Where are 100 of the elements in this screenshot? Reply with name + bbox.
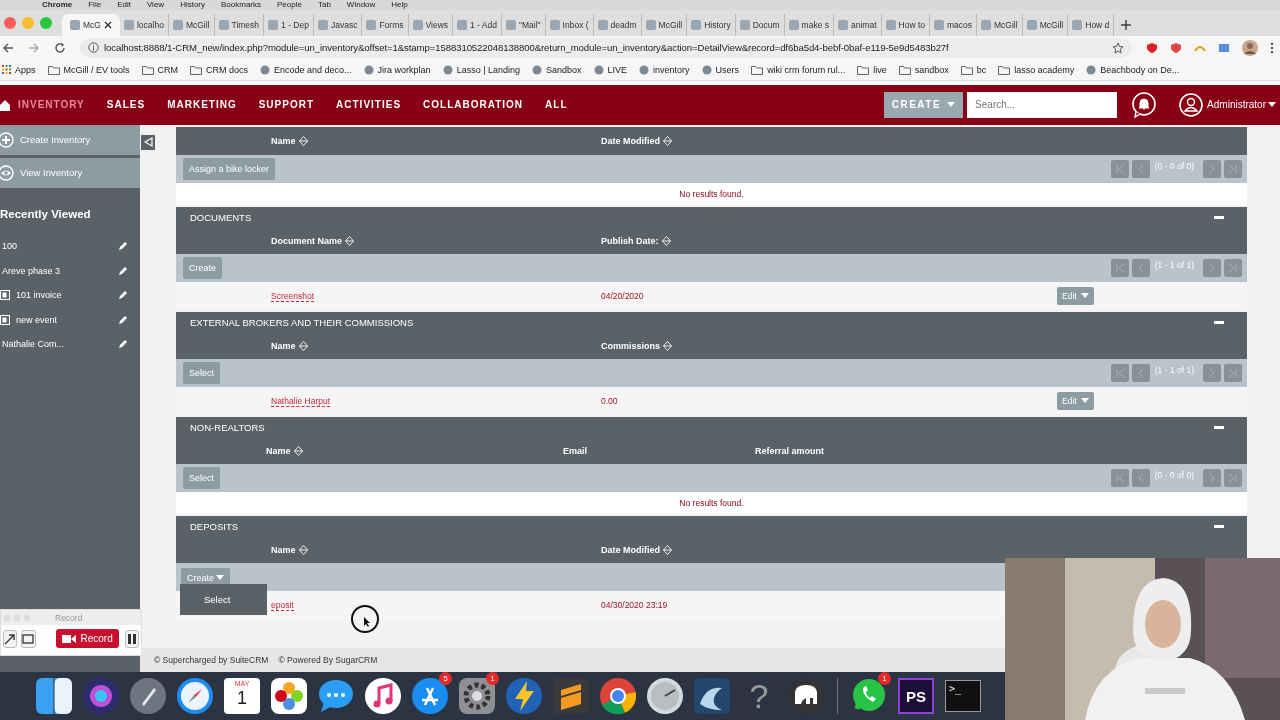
collapse-icon[interactable] bbox=[1214, 215, 1224, 219]
column-header[interactable]: Publish Date: bbox=[601, 235, 659, 246]
sort-icon[interactable] bbox=[298, 340, 308, 351]
sort-icon[interactable] bbox=[663, 135, 672, 146]
column-header[interactable]: Name bbox=[271, 544, 296, 555]
ps-app-icon[interactable]: PS bbox=[898, 678, 934, 715]
record-link[interactable]: Nathalie Harput bbox=[271, 395, 331, 407]
menu-item[interactable]: View bbox=[146, 0, 165, 10]
home-icon[interactable] bbox=[0, 98, 10, 111]
column-header[interactable]: Commissions bbox=[601, 340, 660, 351]
browser-tab[interactable]: animat bbox=[834, 13, 882, 36]
browser-tab[interactable]: Inbox ( bbox=[545, 13, 594, 36]
user-menu[interactable]: Administrator bbox=[1207, 99, 1276, 111]
shield-icon[interactable] bbox=[1170, 41, 1182, 54]
column-header[interactable]: Name bbox=[271, 135, 296, 146]
bookmark-link[interactable]: live bbox=[873, 64, 887, 75]
browser-tab[interactable]: 1 - Dep bbox=[264, 13, 314, 36]
browser-tab[interactable]: Docum bbox=[735, 13, 785, 36]
question-mark-icon[interactable]: ? bbox=[749, 676, 769, 717]
browser-tab[interactable]: "Mail" bbox=[501, 13, 546, 36]
bookmark-link[interactable]: LIVE bbox=[607, 64, 628, 75]
tricolor-circle-icon[interactable] bbox=[598, 676, 638, 717]
pencil-icon[interactable] bbox=[118, 290, 128, 301]
window-icon[interactable] bbox=[1218, 41, 1230, 54]
browser-tab[interactable]: Views bbox=[408, 13, 454, 36]
browser-tab[interactable]: McGill bbox=[168, 13, 215, 36]
notification-bell-icon[interactable] bbox=[1131, 91, 1158, 118]
collapse-icon[interactable] bbox=[1214, 320, 1224, 324]
pause-button[interactable] bbox=[124, 629, 139, 648]
bookmark-link[interactable]: bc bbox=[976, 64, 987, 75]
browser-tab[interactable]: McGill bbox=[977, 13, 1023, 36]
terminal-icon[interactable]: >_ bbox=[945, 680, 981, 713]
menu-item[interactable]: Bookmarks bbox=[221, 0, 262, 10]
column-header[interactable]: Date Modified bbox=[601, 135, 660, 146]
pencil-icon[interactable] bbox=[118, 339, 128, 350]
column-header[interactable]: Referral amount bbox=[755, 445, 825, 456]
nav-tab[interactable]: ALL bbox=[545, 99, 568, 111]
sort-icon[interactable] bbox=[298, 544, 308, 555]
pencil-icon[interactable] bbox=[118, 314, 128, 325]
nav-tab[interactable]: MARKETING bbox=[167, 99, 237, 111]
user-icon[interactable] bbox=[1179, 92, 1204, 117]
menu-item[interactable]: History bbox=[180, 0, 205, 10]
search-field[interactable]: Search... bbox=[967, 91, 1118, 118]
menu-item[interactable]: Help bbox=[391, 0, 408, 10]
bookmark-link[interactable]: sandbox bbox=[914, 64, 949, 75]
nav-tab[interactable]: SUPPORT bbox=[258, 99, 315, 111]
sort-icon[interactable] bbox=[298, 135, 308, 146]
pencil-icon[interactable] bbox=[118, 241, 128, 252]
menu-item[interactable]: Select bbox=[180, 587, 267, 605]
record-link[interactable]: Screenshot bbox=[271, 290, 314, 302]
flower-icon[interactable] bbox=[269, 676, 309, 717]
collapse-icon[interactable] bbox=[1214, 425, 1224, 429]
browser-tab[interactable]: Timesh bbox=[214, 13, 265, 36]
gear-icon[interactable] bbox=[457, 676, 497, 717]
column-header[interactable]: Name bbox=[271, 340, 296, 351]
bookmark-link[interactable]: Jira workplan bbox=[377, 64, 431, 75]
sort-icon[interactable] bbox=[663, 340, 672, 351]
browser-tab[interactable]: How d bbox=[1068, 13, 1115, 36]
bookmark-link[interactable]: CRM docs bbox=[206, 64, 249, 75]
window-face-icon[interactable] bbox=[34, 676, 74, 717]
reload-icon[interactable] bbox=[54, 41, 66, 54]
subpanel-header[interactable]: DEPOSITS bbox=[176, 515, 1247, 537]
menu-item[interactable]: People bbox=[277, 0, 302, 10]
footer-link[interactable]: © Powered By SugarCRM bbox=[278, 655, 378, 666]
star-icon[interactable] bbox=[1112, 41, 1124, 54]
close-icon[interactable] bbox=[103, 20, 112, 29]
browser-tab[interactable]: Forms bbox=[362, 13, 409, 36]
sort-icon[interactable] bbox=[663, 544, 672, 555]
collapse-icon[interactable] bbox=[1214, 524, 1224, 528]
music-note-icon[interactable] bbox=[363, 676, 403, 717]
browser-tab[interactable]: History bbox=[687, 13, 736, 36]
browser-tab[interactable]: McG bbox=[62, 13, 120, 36]
nav-tab[interactable]: INVENTORY bbox=[18, 99, 85, 111]
browser-tab[interactable]: Javasc bbox=[313, 13, 363, 36]
recent-item-link[interactable]: 100 bbox=[0, 241, 114, 252]
browser-tab[interactable]: localho bbox=[119, 13, 169, 36]
menu-item[interactable]: Window bbox=[346, 0, 376, 10]
bookmark-link[interactable]: Apps bbox=[15, 64, 36, 75]
more-icon[interactable] bbox=[1270, 41, 1274, 54]
column-header[interactable]: Name bbox=[266, 445, 291, 456]
nav-tab[interactable]: COLLABORATION bbox=[423, 99, 524, 111]
bookmark-link[interactable]: lasso academy bbox=[1014, 64, 1075, 75]
collapse-sidebar-button[interactable] bbox=[141, 134, 155, 150]
column-header[interactable]: Email bbox=[563, 445, 587, 456]
record-button[interactable]: Record bbox=[55, 629, 119, 648]
browser-tab[interactable]: McGill bbox=[641, 13, 688, 36]
browser-tab[interactable]: macos bbox=[930, 13, 978, 36]
bookmark-link[interactable]: Lasso | Landing bbox=[456, 64, 521, 75]
subpanel-header[interactable]: NON-REALTORS bbox=[176, 416, 1247, 438]
bookmark-link[interactable]: wiki crm forum rul... bbox=[767, 64, 846, 75]
record-link[interactable]: eposit bbox=[271, 599, 294, 611]
nav-tab[interactable]: SALES bbox=[106, 99, 146, 111]
pen-tool-button[interactable] bbox=[3, 629, 18, 648]
bookmark-link[interactable]: Users bbox=[715, 64, 740, 75]
shield-icon[interactable] bbox=[1146, 41, 1158, 54]
subpanel-header[interactable]: EXTERNAL BROKERS AND THEIR COMMISSIONS bbox=[176, 311, 1247, 333]
bookmark-link[interactable]: Sandbox bbox=[546, 64, 582, 75]
back-icon[interactable] bbox=[2, 41, 14, 54]
subpanel-header[interactable]: DOCUMENTS bbox=[176, 206, 1247, 228]
stripes-icon[interactable] bbox=[551, 676, 591, 717]
